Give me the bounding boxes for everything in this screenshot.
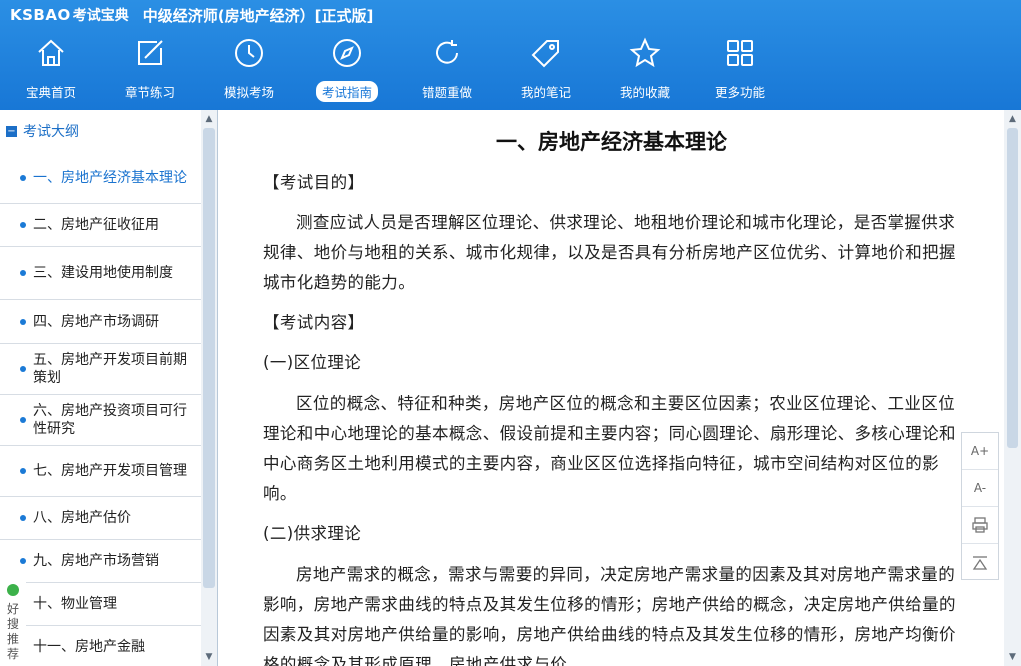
app-header: KSBAO 考试宝典 中级经济师(房地产经济）[正式版] 宝典首页 章节练习 模…	[0, 0, 1021, 110]
sidebar-item-4[interactable]: 四、房地产市场调研	[0, 300, 201, 344]
nav-redo-wrong[interactable]: 错题重做	[404, 32, 490, 104]
nav-home[interactable]: 宝典首页	[8, 32, 94, 104]
reading-tools: A+ A-	[961, 432, 999, 580]
collapse-icon[interactable]: −	[6, 125, 17, 137]
haosou-recommend[interactable]: 好 搜 推 荐	[0, 580, 26, 661]
ksbao-logo: KSBAO	[10, 6, 71, 24]
back-to-top-button[interactable]	[962, 544, 998, 581]
scroll-up-icon[interactable]: ▲	[201, 112, 217, 126]
purpose-heading: 【考试目的】	[263, 173, 365, 192]
refresh-icon	[436, 40, 458, 64]
star-icon	[629, 37, 661, 68]
outline-heading[interactable]: − 考试大纲	[0, 110, 201, 152]
nav-my-favorites[interactable]: 我的收藏	[602, 32, 688, 104]
bullet-icon	[20, 222, 26, 228]
sidebar-scroll-thumb[interactable]	[203, 128, 215, 588]
bullet-icon	[20, 366, 26, 372]
section1-text: 区位的概念、特征和种类，房地产区位的概念和主要区位因素；农业区位理论、工业区位理…	[263, 394, 956, 503]
haosou-logo-icon	[7, 584, 19, 596]
content-scrollbar[interactable]: ▲ ▼	[1004, 110, 1021, 666]
sidebar-item-6[interactable]: 六、房地产投资项目可行性研究	[0, 395, 201, 446]
nav-chapter-practice[interactable]: 章节练习	[107, 32, 193, 104]
back-to-top-icon	[972, 555, 988, 570]
print-icon	[972, 517, 988, 533]
home-icon	[38, 39, 64, 66]
nav-mock-exam[interactable]: 模拟考场	[206, 32, 292, 104]
main-nav: 宝典首页 章节练习 模拟考场 考试指南 错题重做 我的笔记 我的收藏 更多功能	[0, 32, 1021, 104]
bullet-icon	[20, 515, 26, 521]
logo-chinese-name: 考试宝典	[72, 8, 129, 24]
page-title: 一、房地产经济基本理论	[496, 130, 727, 154]
bullet-icon	[20, 417, 26, 423]
bullet-icon	[20, 270, 26, 276]
outline-sidebar: − 考试大纲 一、房地产经济基本理论 二、房地产征收征用 三、建设用地使用制度 …	[0, 110, 218, 666]
outline-list: − 考试大纲 一、房地产经济基本理论 二、房地产征收征用 三、建设用地使用制度 …	[0, 110, 201, 666]
tag-icon	[531, 40, 559, 68]
font-increase-button[interactable]: A+	[962, 433, 998, 470]
section2-text: 房地产需求的概念，需求与需要的异同，决定房地产需求量的因素及其对房地产需求量的影…	[263, 565, 956, 666]
title-bar: KSBAO 考试宝典 中级经济师(房地产经济）[正式版]	[0, 0, 1021, 30]
edit-icon	[138, 40, 163, 65]
sidebar-item-3[interactable]: 三、建设用地使用制度	[0, 247, 201, 300]
bullet-icon	[20, 558, 26, 564]
nav-exam-guide[interactable]: 考试指南	[304, 32, 390, 104]
nav-more-functions[interactable]: 更多功能	[697, 32, 783, 104]
scroll-down-icon[interactable]: ▼	[201, 650, 217, 664]
app-title: 中级经济师(房地产经济）[正式版]	[142, 6, 374, 25]
sidebar-item-1[interactable]: 一、房地产经济基本理论	[0, 152, 201, 204]
sidebar-item-9[interactable]: 九、房地产市场营销	[0, 540, 201, 583]
sidebar-item-10[interactable]: 十、物业管理	[0, 583, 201, 626]
sidebar-item-5[interactable]: 五、房地产开发项目前期策划	[0, 344, 201, 395]
nav-my-notes[interactable]: 我的笔记	[503, 32, 589, 104]
clock-icon	[235, 39, 263, 67]
purpose-text: 测查应试人员是否理解区位理论、供求理论、地租地价理论和城市化理论，是否掌握供求规…	[263, 213, 956, 292]
sidebar-item-8[interactable]: 八、房地产估价	[0, 497, 201, 540]
content-heading: 【考试内容】	[263, 313, 365, 332]
bullet-icon	[20, 318, 26, 325]
bullet-icon	[20, 468, 26, 474]
bullet-icon	[20, 174, 26, 181]
section1-heading: (一)区位理论	[263, 353, 362, 372]
grid-icon	[727, 40, 753, 66]
scroll-down-icon[interactable]: ▼	[1004, 650, 1021, 664]
section2-heading: (二)供求理论	[263, 524, 362, 543]
guide-content: 一、房地产经济基本理论 【考试目的】 测查应试人员是否理解区位理论、供求理论、地…	[219, 110, 1004, 666]
compass-icon	[333, 39, 361, 67]
font-decrease-button[interactable]: A-	[962, 470, 998, 507]
sidebar-item-2[interactable]: 二、房地产征收征用	[0, 204, 201, 247]
scroll-up-icon[interactable]: ▲	[1004, 112, 1021, 126]
sidebar-scrollbar[interactable]: ▲ ▼	[201, 110, 217, 666]
content-scroll-thumb[interactable]	[1007, 128, 1018, 448]
sidebar-item-7[interactable]: 七、房地产开发项目管理	[0, 446, 201, 497]
sidebar-item-11[interactable]: 十一、房地产金融	[0, 626, 201, 666]
print-button[interactable]	[962, 507, 998, 544]
